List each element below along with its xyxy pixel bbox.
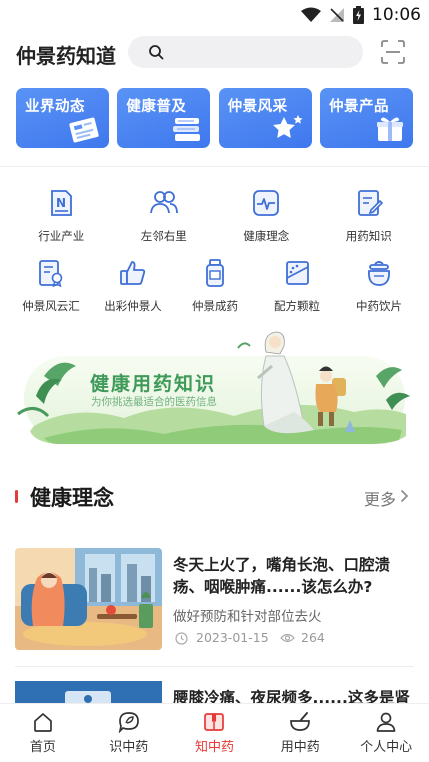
app-header: 仲景药知道 [0, 30, 429, 76]
grid-item-industry[interactable]: N 行业产业 [10, 188, 113, 250]
svg-text:N: N [56, 196, 66, 210]
grid-item-medication-knowledge[interactable]: 用药知识 [318, 188, 421, 250]
grid-item-patent-medicine[interactable]: 仲景成药 [174, 258, 256, 320]
category-card-zhongjing-products[interactable]: 仲景产品 [319, 88, 413, 148]
divider [15, 666, 414, 667]
grid-item-label: 用药知识 [345, 229, 392, 243]
star-icon [272, 115, 303, 138]
grid-item-label: 行业产业 [38, 229, 85, 243]
grid-item-label: 出彩仲景人 [104, 299, 162, 313]
section-header: 健康理念 更多 [0, 480, 429, 514]
category-label: 业界动态 [25, 99, 85, 115]
grid-item-outstanding-people[interactable]: 出彩仲景人 [92, 258, 174, 320]
notepad-icon [357, 190, 383, 216]
book-icon [204, 713, 225, 731]
tab-home[interactable]: 首页 [0, 704, 86, 762]
app-title: 仲景药知道 [16, 44, 116, 68]
wifi-icon [301, 7, 321, 22]
newspaper-icon [69, 117, 99, 143]
grid-item-label: 仲景风云汇 [22, 299, 80, 313]
clock-icon [175, 632, 188, 645]
tab-profile[interactable]: 个人中心 [343, 704, 429, 762]
heartbeat-icon [253, 190, 279, 216]
tab-label: 知中药 [194, 740, 234, 755]
category-label: 健康普及 [126, 99, 187, 115]
search-input[interactable] [128, 36, 363, 68]
grid-item-health-concept[interactable]: 健康理念 [215, 188, 318, 250]
grid-item-label: 配方颗粒 [274, 299, 320, 313]
section-title: 健康理念 [30, 486, 114, 510]
promo-banner[interactable]: 健康用药知识 为你挑选最适合的医药信息 [14, 326, 415, 444]
grid-item-label: 健康理念 [243, 229, 290, 243]
bottom-tab-bar: 首页 识中药 知中药 用中药 个人中心 [0, 703, 429, 762]
article-card[interactable]: 冬天上火了，嘴角长泡、口腔溃疡、咽喉肿痛......该怎么办? 做好预防和针对部… [15, 548, 415, 650]
grid-item-formula-granules[interactable]: 配方颗粒 [256, 258, 338, 320]
no-signal-icon [330, 8, 344, 22]
category-cards: 业界动态 健康普及 仲景风采 仲景产品 [16, 88, 413, 148]
grid-item-neighbors[interactable]: 左邻右里 [113, 188, 216, 250]
article-thumbnail [15, 548, 162, 650]
granules-icon [286, 261, 309, 285]
people-icon [149, 191, 178, 214]
grid-item-label: 左邻右里 [140, 229, 187, 243]
books-icon [173, 118, 201, 141]
scan-icon[interactable] [380, 39, 406, 65]
section-accent-bar [15, 490, 18, 503]
grid-item-label: 中药饮片 [356, 299, 402, 313]
home-icon [34, 713, 52, 732]
article-title: 冬天上火了，嘴角长泡、口腔溃疡、咽喉肿痛......该怎么办? [173, 556, 391, 596]
battery-icon [353, 6, 364, 24]
category-card-health-popularization[interactable]: 健康普及 [117, 88, 211, 148]
certificate-icon [39, 260, 63, 288]
chevron-right-icon[interactable] [400, 489, 409, 503]
mortar-icon [290, 712, 311, 731]
tab-label: 首页 [29, 740, 56, 755]
article-date: 2023-01-15 [196, 630, 269, 645]
article-views: 264 [301, 630, 325, 645]
category-card-zhongjing-style[interactable]: 仲景风采 [218, 88, 312, 148]
eye-icon [280, 633, 295, 643]
tab-label: 个人中心 [360, 740, 413, 755]
tab-label: 用中药 [280, 740, 320, 755]
divider [0, 166, 429, 167]
category-card-industry-news[interactable]: 业界动态 [16, 88, 109, 148]
grid-item-zhongjing-forum[interactable]: 仲景风云汇 [10, 258, 92, 320]
banner-title: 健康用药知识 [90, 373, 217, 395]
feature-grid: N 行业产业 左邻右里 健康理念 用药知识 仲景风云汇 出彩仲景人 仲景成药 配… [10, 188, 420, 320]
tab-label: 识中药 [109, 740, 149, 755]
status-bar: 10:06 [0, 0, 429, 30]
tab-identify-medicine[interactable]: 识中药 [86, 704, 172, 762]
thumbs-up-icon [120, 261, 146, 285]
grid-item-decoction-pieces[interactable]: 中药饮片 [338, 258, 420, 320]
more-link[interactable]: 更多 [364, 486, 396, 510]
grid-item-label: 仲景成药 [192, 299, 238, 313]
chat-leaf-icon [118, 712, 139, 733]
search-icon [149, 45, 164, 60]
tab-use-medicine[interactable]: 用中药 [257, 704, 343, 762]
gift-icon [376, 117, 403, 141]
article-subtitle: 做好预防和针对部位去火 [173, 609, 322, 625]
tab-know-medicine[interactable]: 知中药 [172, 704, 258, 762]
banner-subtitle: 为你挑选最适合的医药信息 [91, 396, 217, 408]
document-icon: N [51, 190, 72, 216]
user-icon [376, 712, 396, 732]
herb-pot-icon [368, 261, 390, 286]
status-time: 10:06 [372, 5, 421, 25]
medicine-bottle-icon [206, 259, 224, 287]
